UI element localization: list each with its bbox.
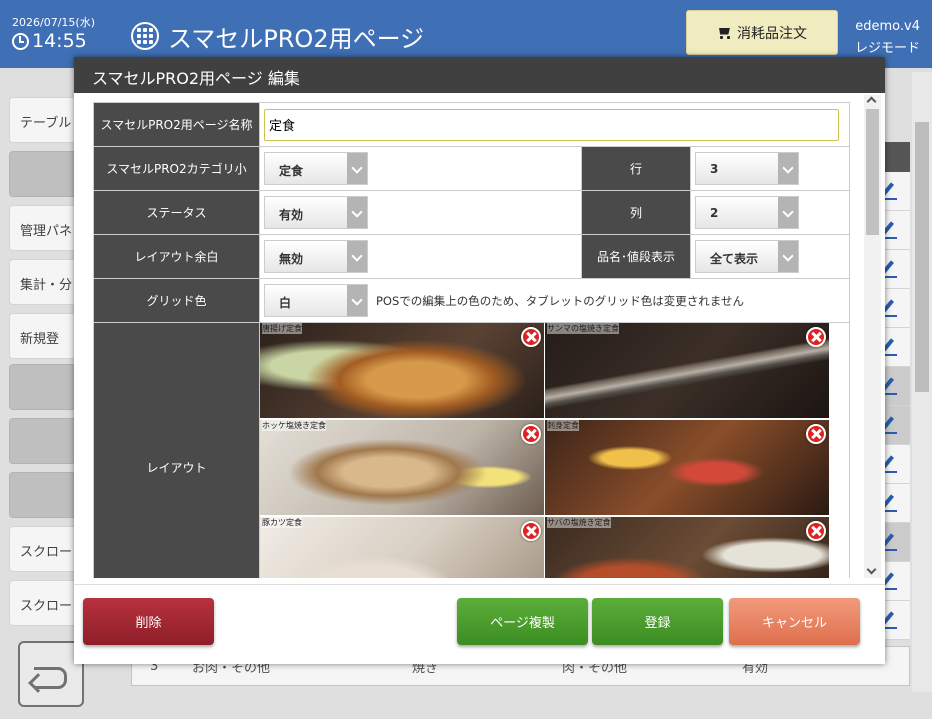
chevron-down-icon: [347, 153, 367, 184]
chevron-down-icon: [347, 285, 367, 316]
remove-icon[interactable]: [521, 521, 541, 541]
supplies-order-button[interactable]: 消耗品注文: [686, 10, 838, 55]
tile-caption: 唐揚げ定食: [262, 323, 302, 334]
dialog-body: スマセルPRO2用ページ名称 スマセルPRO2カテゴリ小 定食 行 3: [93, 102, 868, 578]
layout-margin-select[interactable]: 無効: [264, 240, 368, 273]
app-grid-icon[interactable]: [131, 22, 159, 50]
register-button[interactable]: 登録: [592, 598, 723, 645]
remove-icon[interactable]: [806, 327, 826, 347]
remove-icon[interactable]: [521, 424, 541, 444]
food-image: [545, 420, 829, 515]
chevron-down-icon: [347, 197, 367, 228]
scroll-up-icon[interactable]: [866, 96, 877, 107]
category-select[interactable]: 定食: [264, 152, 368, 185]
food-image: [260, 420, 544, 515]
page-name-label: スマセルPRO2用ページ名称: [93, 102, 260, 147]
dialog-title: スマセルPRO2用ページ 編集: [74, 57, 885, 93]
food-image: [545, 323, 829, 418]
layout-tile[interactable]: ホッケ塩焼き定食: [260, 420, 544, 515]
chevron-down-icon: [778, 197, 798, 228]
scroll-down-icon[interactable]: [866, 564, 877, 575]
supplies-order-label: 消耗品注文: [737, 25, 807, 42]
cart-icon: [717, 27, 731, 39]
edit-form: スマセルPRO2用ページ名称 スマセルPRO2カテゴリ小 定食 行 3: [93, 102, 851, 578]
chevron-down-icon: [778, 153, 798, 184]
category-label: スマセルPRO2カテゴリ小: [93, 146, 260, 191]
clock-icon: [12, 32, 29, 50]
item-display-value: 全て表示: [710, 252, 759, 266]
page-name-input[interactable]: [264, 108, 839, 141]
column-select-value: 2: [710, 206, 719, 220]
time-text: 14:55: [32, 30, 87, 52]
layout-tile[interactable]: 刺身定食: [545, 420, 829, 515]
grid-color-note: POSでの編集上の色のため、タブレットのグリッド色は変更されません: [376, 293, 744, 308]
food-image: [260, 517, 544, 578]
column-select[interactable]: 2: [695, 196, 799, 229]
row-label: 行: [581, 146, 691, 191]
item-display-label: 品名･値段表示: [581, 234, 691, 279]
item-display-select[interactable]: 全て表示: [695, 240, 799, 273]
category-select-value: 定食: [279, 164, 304, 178]
page-title: スマセルPRO2用ページ: [168, 25, 425, 53]
tile-caption: サンマの塩焼き定食: [547, 323, 619, 334]
edit-dialog: スマセルPRO2用ページ 編集 スマセルPRO2用ページ名称 スマセルPRO2カ…: [74, 57, 885, 664]
layout-tile[interactable]: 唐揚げ定食: [260, 323, 544, 418]
remove-icon[interactable]: [806, 521, 826, 541]
grid-color-label: グリッド色: [93, 278, 260, 323]
status-label: ステータス: [93, 190, 260, 235]
tile-caption: ホッケ塩焼き定食: [262, 420, 326, 431]
layout-tile[interactable]: 豚カツ定食: [260, 517, 544, 578]
remove-icon[interactable]: [806, 424, 826, 444]
row-select[interactable]: 3: [695, 152, 799, 185]
chevron-down-icon: [347, 241, 367, 272]
duplicate-page-button[interactable]: ページ複製: [457, 598, 588, 645]
grid-color-select[interactable]: 白: [264, 284, 368, 317]
status-select-value: 有効: [279, 208, 304, 222]
column-label: 列: [581, 190, 691, 235]
delete-button[interactable]: 削除: [83, 598, 214, 645]
food-image: [260, 323, 544, 418]
grid-color-value: 白: [279, 296, 292, 310]
tile-caption: サバの塩焼き定食: [547, 517, 611, 528]
cancel-button[interactable]: キャンセル: [729, 598, 860, 645]
layout-tile[interactable]: サンマの塩焼き定食: [545, 323, 829, 418]
layout-margin-value: 無効: [279, 252, 304, 266]
user-info: edemo.v4 レジモード: [855, 16, 920, 60]
layout-label: レイアウト: [93, 322, 260, 578]
row-select-value: 3: [710, 162, 719, 176]
current-date: 2026/07/15(水): [12, 16, 95, 29]
dialog-scroll-thumb[interactable]: [866, 109, 879, 235]
chevron-down-icon: [778, 241, 798, 272]
dialog-scrollbar[interactable]: [864, 95, 881, 578]
remove-icon[interactable]: [521, 327, 541, 347]
status-select[interactable]: 有効: [264, 196, 368, 229]
tile-caption: 刺身定食: [547, 420, 579, 431]
layout-grid: 唐揚げ定食 サンマの塩焼き定食 ホッケ塩焼き定食 刺身定食 豚カツ定食 サバの塩…: [260, 323, 829, 578]
current-time: 14:55: [12, 30, 87, 52]
tile-caption: 豚カツ定食: [262, 517, 302, 528]
layout-tile[interactable]: サバの塩焼き定食: [545, 517, 829, 578]
layout-margin-label: レイアウト余白: [93, 234, 260, 279]
user-name: edemo.v4: [855, 19, 920, 34]
dialog-footer-divider: [74, 584, 885, 585]
